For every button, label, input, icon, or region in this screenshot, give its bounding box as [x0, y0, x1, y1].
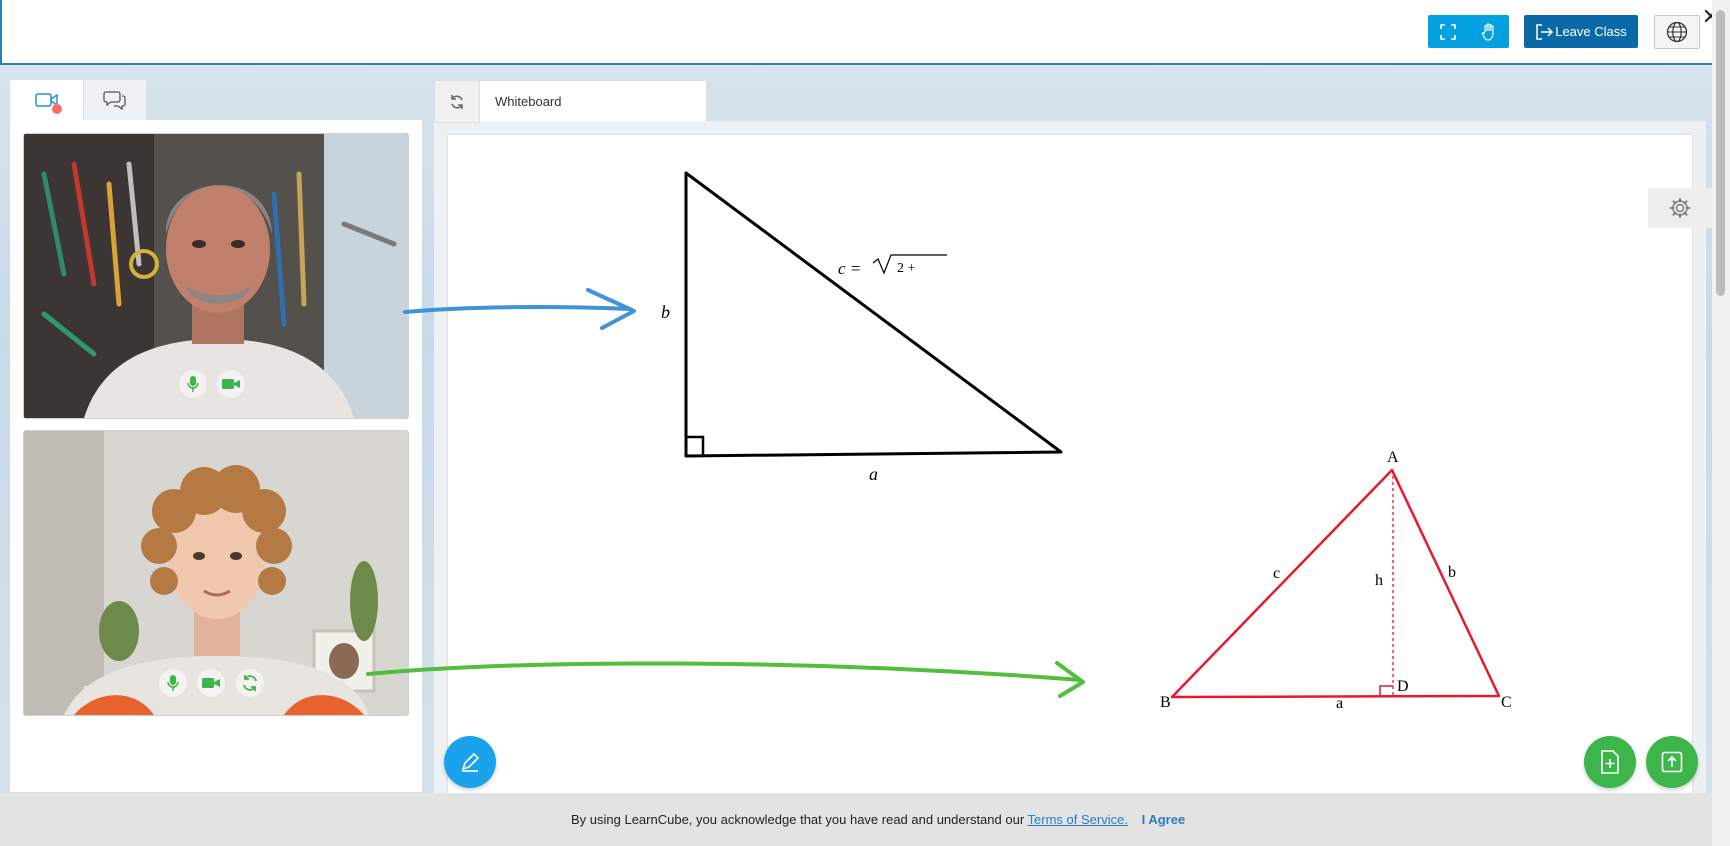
add-document-icon	[1601, 750, 1619, 774]
upload-icon	[1661, 751, 1683, 773]
refresh-icon	[451, 94, 463, 109]
globe-icon	[1666, 21, 1688, 43]
participant-video-teacher	[24, 134, 408, 418]
terms-notice-bar: By using LearnCube, you acknowledge that…	[0, 793, 1712, 846]
camera-button[interactable]	[197, 669, 225, 697]
whiteboard-canvas[interactable]	[448, 135, 1692, 800]
switch-camera-icon	[243, 675, 257, 691]
fullscreen-button[interactable]	[1428, 15, 1469, 48]
chat-icon	[103, 91, 126, 110]
recording-indicator	[52, 104, 62, 114]
hand-icon	[1481, 22, 1494, 41]
mic-button[interactable]	[179, 370, 207, 398]
draw-tool-button[interactable]	[444, 736, 496, 788]
camera-icon	[202, 678, 220, 688]
mic-icon	[187, 376, 199, 392]
fullscreen-icon	[1440, 23, 1457, 40]
participant-video-student	[24, 431, 408, 715]
gear-icon	[1669, 197, 1691, 219]
teacher-video-feed	[24, 134, 408, 418]
page-scrollbar[interactable]	[1712, 0, 1730, 846]
mic-icon	[167, 675, 179, 691]
tab-whiteboard[interactable]: Whiteboard	[479, 80, 707, 121]
add-page-button[interactable]	[1584, 736, 1636, 788]
pen-icon	[462, 753, 479, 772]
exit-icon	[1536, 23, 1554, 40]
camera-icon	[222, 379, 240, 389]
switch-camera-button[interactable]	[236, 669, 264, 697]
upload-button[interactable]	[1646, 736, 1698, 788]
terms-of-service-link[interactable]: Terms of Service.	[1028, 812, 1128, 827]
scrollbar-thumb[interactable]	[1716, 10, 1725, 296]
raise-hand-button[interactable]	[1469, 15, 1510, 48]
view-controls	[1428, 15, 1509, 48]
tab-video[interactable]	[10, 80, 83, 120]
leave-class-button[interactable]: Leave Class	[1524, 15, 1638, 48]
mic-button[interactable]	[159, 669, 187, 697]
language-button[interactable]	[1654, 15, 1700, 49]
agree-button[interactable]: I Agree	[1142, 812, 1186, 827]
terms-notice-text: By using LearnCube, you acknowledge that…	[571, 812, 1025, 827]
leave-class-label: Leave Class	[1555, 24, 1627, 39]
whiteboard-refresh-button[interactable]	[434, 80, 480, 123]
whiteboard-settings-button[interactable]	[1648, 188, 1712, 228]
tab-chat[interactable]	[84, 80, 146, 120]
camera-button[interactable]	[217, 370, 245, 398]
